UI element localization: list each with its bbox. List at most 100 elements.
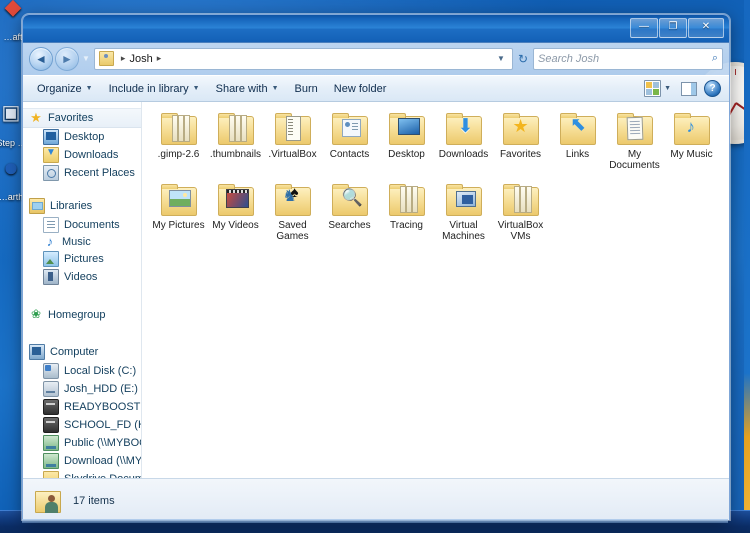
sidebar-group-homegroup-header[interactable]: ❀ Homegroup	[23, 306, 141, 324]
sidebar-item-pictures[interactable]: Pictures	[23, 250, 141, 268]
preview-pane-icon	[680, 81, 697, 96]
new-folder-button[interactable]: New folder	[326, 79, 395, 99]
file-item-saved-games[interactable]: ♞ ♠ Saved Games	[264, 181, 321, 242]
sidebar-group-label: Homegroup	[48, 309, 106, 321]
burn-button[interactable]: Burn	[287, 79, 326, 99]
breadcrumb-separator-icon: ▸	[120, 53, 126, 63]
file-item-thumbnails[interactable]: .thumbnails	[207, 110, 264, 171]
address-dropdown-caret-icon[interactable]: ▼	[493, 54, 509, 63]
sidebar-item-videos[interactable]: Videos	[23, 268, 141, 286]
file-list-pane[interactable]: .gimp-2.6 .thumbnails .VirtualBox Contacts D…	[142, 102, 729, 478]
file-item-label: .VirtualBox	[268, 149, 317, 160]
folder-icon	[330, 112, 370, 146]
sidebar-item-recent-places[interactable]: Recent Places	[23, 164, 141, 182]
title-bar[interactable]: — ❐ ✕	[23, 15, 729, 43]
file-item-downloads[interactable]: ⬇ Downloads	[435, 110, 492, 171]
search-input[interactable]: Search Josh ⌕	[533, 47, 723, 70]
file-item-label: Saved Games	[276, 220, 309, 242]
folder-icon	[501, 183, 541, 217]
local-disk-icon	[43, 363, 59, 379]
sidebar-item-local-disk-c[interactable]: Local Disk (C:)	[23, 362, 141, 380]
file-item-label: My Music	[670, 149, 713, 160]
sidebar-group-computer-header[interactable]: Computer	[23, 342, 141, 362]
burn-label: Burn	[294, 82, 318, 95]
recent-pages-caret-icon[interactable]: ▼	[82, 54, 90, 63]
sidebar-item-documents[interactable]: Documents	[23, 216, 141, 234]
sidebar-group-libraries-header[interactable]: Libraries	[23, 196, 141, 216]
forward-button[interactable]: ►	[55, 46, 79, 71]
sidebar-item-desktop[interactable]: Desktop	[23, 128, 141, 146]
removable-drive-icon	[43, 417, 59, 433]
sidebar-item-skydrive-documents[interactable]: Skydrive Documents	[23, 470, 141, 478]
sidebar-item-josh-hdd-e[interactable]: Josh_HDD (E:)	[23, 380, 141, 398]
file-item-my-music[interactable]: ♪ My Music	[663, 110, 720, 171]
breadcrumb-separator-icon[interactable]: ▸	[157, 53, 162, 64]
file-item-gimp-26[interactable]: .gimp-2.6	[150, 110, 207, 171]
file-item-virtual-machines[interactable]: Virtual Machines	[435, 181, 492, 242]
folder-icon: ⬇	[444, 112, 484, 146]
sidebar-item-school-fd-h[interactable]: SCHOOL_FD (H:)	[23, 416, 141, 434]
breadcrumb-josh[interactable]: Josh	[129, 53, 152, 65]
clock-tick-icon	[735, 69, 736, 75]
preview-pane-button[interactable]	[680, 80, 697, 97]
file-item-my-pictures[interactable]: My Pictures	[150, 181, 207, 242]
help-button[interactable]: ?	[704, 80, 721, 97]
sidebar-group-favorites-header[interactable]: ★ Favorites	[23, 108, 141, 128]
file-item-label: Favorites	[499, 149, 542, 160]
maximize-button[interactable]: ❐	[659, 18, 687, 38]
desktop-icon-label: …aft	[3, 32, 23, 42]
file-item-label: Tracing	[390, 220, 423, 231]
search-icon[interactable]: ⌕	[712, 52, 718, 65]
homegroup-icon: ❀	[30, 307, 42, 321]
include-in-library-button[interactable]: Include in library ▼	[101, 79, 208, 99]
file-item-desktop[interactable]: Desktop	[378, 110, 435, 171]
change-view-icon	[644, 80, 662, 97]
file-item-tracing[interactable]: Tracing	[378, 181, 435, 242]
file-item-favorites[interactable]: ★ Favorites	[492, 110, 549, 171]
sidebar-item-label: Download (\\MYBO	[64, 455, 141, 467]
user-folder-icon	[98, 51, 114, 66]
folder-icon	[444, 183, 484, 217]
computer-icon	[29, 344, 45, 360]
sidebar-item-downloads[interactable]: Downloads	[23, 146, 141, 164]
file-item-virtualbox-vms[interactable]: VirtualBox VMs	[492, 181, 549, 242]
new-folder-label: New folder	[333, 82, 387, 95]
address-bar[interactable]: ▸ Josh ▸ ▼	[93, 47, 513, 70]
back-button[interactable]: ◄	[29, 46, 53, 71]
window-body: ★ Favorites Desktop Downloads Recent Pla…	[23, 102, 729, 478]
file-item-links[interactable]: ⬆ Links	[549, 110, 606, 171]
sidebar-group-label: Computer	[50, 346, 99, 358]
sidebar-group-label: Libraries	[50, 200, 93, 212]
file-item-my-videos[interactable]: My Videos	[207, 181, 264, 242]
sidebar-item-music[interactable]: ♪ Music	[23, 234, 141, 250]
sidebar-item-label: Skydrive Documents	[64, 473, 141, 478]
refresh-icon[interactable]: ↻	[518, 52, 528, 66]
sidebar-item-public-network[interactable]: Public (\\MYBOOKV	[23, 434, 141, 452]
file-item-contacts[interactable]: Contacts	[321, 110, 378, 171]
sidebar-item-label: Music	[62, 236, 91, 248]
help-icon: ?	[704, 80, 721, 97]
file-item-virtualbox[interactable]: .VirtualBox	[264, 110, 321, 171]
file-item-my-documents[interactable]: My Documents	[606, 110, 663, 171]
sidebar-group-label: Favorites	[48, 112, 94, 124]
folder-icon: ★	[501, 112, 541, 146]
recent-places-icon	[43, 165, 59, 181]
view-dropdown-caret-icon[interactable]: ▼	[664, 85, 671, 92]
change-view-button[interactable]	[644, 80, 662, 97]
toolbar-right-group: ▼ ?	[644, 80, 723, 97]
file-item-label: Links	[565, 149, 590, 160]
sidebar-item-readyboost-g[interactable]: READYBOOST (G:)	[23, 398, 141, 416]
minimize-button[interactable]: —	[630, 18, 658, 38]
sidebar-item-download-network[interactable]: Download (\\MYBO	[23, 452, 141, 470]
organize-button[interactable]: Organize ▼	[29, 79, 101, 99]
chevron-down-icon: ▼	[85, 85, 93, 92]
sidebar-item-label: Downloads	[64, 149, 119, 161]
picture-icon	[43, 251, 59, 267]
share-with-label: Share with	[215, 82, 268, 95]
close-button[interactable]: ✕	[688, 18, 724, 38]
organize-label: Organize	[37, 82, 82, 95]
file-item-searches[interactable]: 🔍 Searches	[321, 181, 378, 242]
share-with-button[interactable]: Share with ▼	[208, 79, 287, 99]
desktop-icon-label: …arth	[0, 192, 24, 202]
